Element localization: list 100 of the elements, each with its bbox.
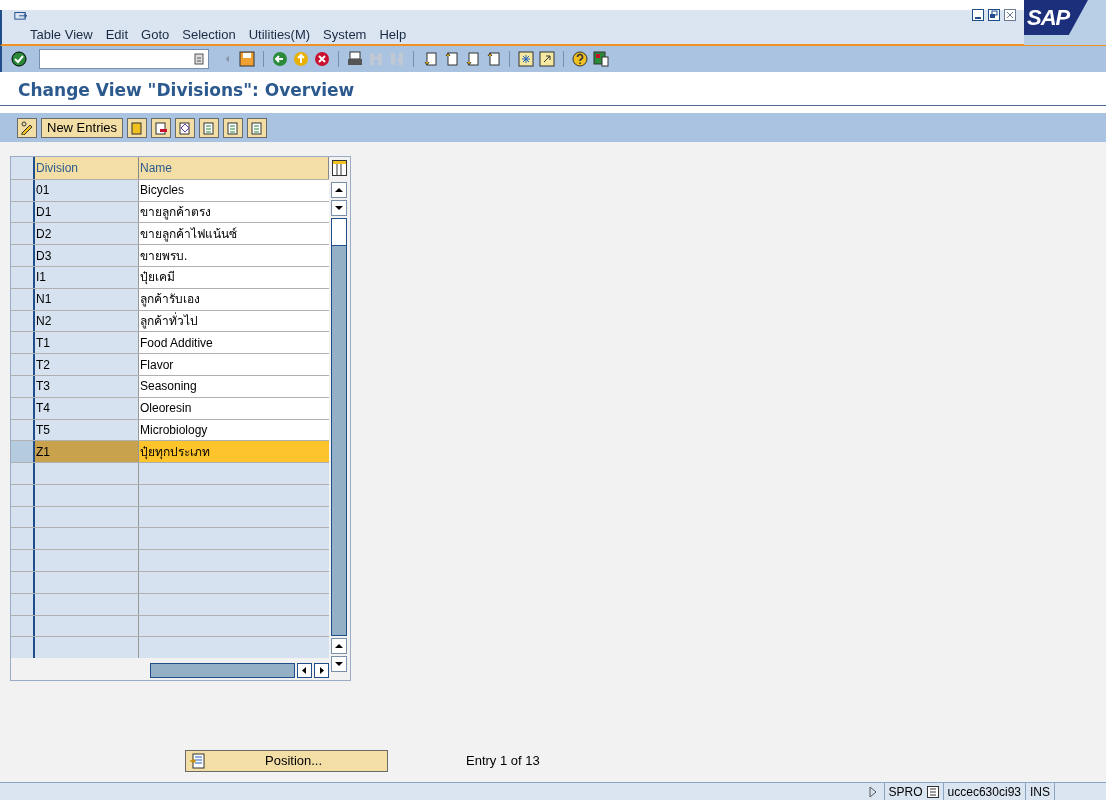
scroll-right-icon[interactable] bbox=[314, 663, 329, 679]
document-icon bbox=[202, 120, 217, 135]
print-icon[interactable] bbox=[346, 50, 364, 68]
minimize-icon[interactable] bbox=[972, 9, 984, 21]
row-selector[interactable] bbox=[11, 572, 35, 593]
transaction-code: SPRO bbox=[888, 783, 923, 800]
table-cell: Bicycles bbox=[139, 179, 329, 201]
table-row[interactable]: N1 ลูกค้ารับเอง bbox=[11, 287, 329, 310]
table-cell: ลูกค้าทั่วไป bbox=[139, 310, 329, 332]
row-selector[interactable] bbox=[11, 310, 35, 332]
select-all-cell[interactable] bbox=[11, 157, 35, 179]
menu-item[interactable]: Edit bbox=[105, 24, 129, 44]
row-selector[interactable] bbox=[11, 463, 35, 484]
check-icon[interactable] bbox=[10, 50, 28, 68]
menu-item[interactable]: Table View bbox=[30, 24, 93, 44]
row-selector[interactable] bbox=[11, 223, 35, 245]
row-selector[interactable] bbox=[11, 354, 35, 375]
horizontal-scrollbar[interactable] bbox=[150, 663, 295, 679]
new-window-icon[interactable] bbox=[517, 50, 535, 68]
scroll-left-icon[interactable] bbox=[297, 663, 312, 679]
scroll-down-icon[interactable] bbox=[331, 200, 347, 216]
table-row[interactable]: T2 Flavor bbox=[11, 353, 329, 375]
table-cell: T4 bbox=[35, 397, 139, 419]
table-row[interactable]: T3 Seasoning bbox=[11, 374, 329, 397]
row-selector[interactable] bbox=[11, 332, 35, 354]
server-name: uccec630ci93 bbox=[942, 783, 1025, 800]
position-button[interactable]: Position... bbox=[185, 750, 388, 772]
row-selector[interactable] bbox=[11, 419, 35, 441]
dropdown-icon[interactable] bbox=[194, 53, 204, 65]
table-cell: Z1 bbox=[35, 441, 139, 463]
menu-item[interactable]: Goto bbox=[141, 24, 170, 44]
table-cell: N1 bbox=[35, 288, 139, 310]
scroll-down-icon[interactable] bbox=[331, 656, 347, 672]
table-cell: Oleoresin bbox=[139, 397, 329, 419]
table-row[interactable]: T1 Food Additive bbox=[11, 331, 329, 354]
change-display-button[interactable] bbox=[17, 117, 37, 138]
position-icon bbox=[189, 753, 205, 769]
row-selector[interactable] bbox=[11, 245, 35, 266]
row-selector[interactable] bbox=[11, 375, 35, 397]
row-selector[interactable] bbox=[11, 484, 35, 506]
table-row[interactable]: D1 ขายลูกค้าตรง bbox=[11, 200, 329, 223]
insert-mode: INS bbox=[1025, 783, 1054, 800]
row-selector[interactable] bbox=[11, 397, 35, 419]
table-row[interactable]: I1 ปุ๋ยเคมี bbox=[11, 265, 329, 288]
table-cell: 01 bbox=[35, 179, 139, 201]
undo-button[interactable] bbox=[175, 117, 196, 138]
menu-item[interactable]: System bbox=[323, 24, 367, 44]
menu-item[interactable]: Selection bbox=[182, 24, 236, 44]
session-icon[interactable] bbox=[926, 785, 939, 798]
copy-button[interactable] bbox=[127, 117, 148, 138]
table-cell: T3 bbox=[35, 375, 139, 397]
close-icon[interactable] bbox=[1004, 9, 1016, 21]
window-menu-icon[interactable] bbox=[14, 12, 28, 22]
select-all-button[interactable] bbox=[199, 117, 220, 138]
column-header[interactable]: Division bbox=[35, 157, 139, 179]
row-selector[interactable] bbox=[11, 550, 35, 572]
row-selector[interactable] bbox=[11, 441, 35, 463]
table-row[interactable]: 01 Bicycles bbox=[11, 178, 329, 201]
shortcut-icon[interactable] bbox=[538, 50, 556, 68]
table-row[interactable]: T5 Microbiology bbox=[11, 418, 329, 441]
row-selector[interactable] bbox=[11, 179, 35, 201]
table-row[interactable]: Z1 ปุ๋ยทุกประเภท bbox=[11, 440, 329, 463]
table-cell: I1 bbox=[35, 266, 139, 288]
screen-title: Change View "Divisions": Overview bbox=[18, 78, 355, 102]
row-selector[interactable] bbox=[11, 637, 35, 659]
row-selector[interactable] bbox=[11, 506, 35, 528]
table-row[interactable]: N2 ลูกค้าทั่วไป bbox=[11, 309, 329, 332]
deselect-all-button[interactable] bbox=[247, 117, 268, 138]
layout-icon[interactable] bbox=[592, 50, 610, 68]
table-cell: ขายลูกค้าไฟแน้นซ์ bbox=[139, 223, 329, 245]
select-block-button[interactable] bbox=[223, 117, 244, 138]
row-selector[interactable] bbox=[11, 288, 35, 310]
menu-item[interactable]: Help bbox=[379, 24, 407, 44]
column-header[interactable]: Name bbox=[139, 157, 329, 179]
scroll-thumb[interactable] bbox=[332, 219, 346, 246]
table-row[interactable]: D2 ขายลูกค้าไฟแน้นซ์ bbox=[11, 222, 329, 245]
entry-counter: Entry 1 of 13 bbox=[466, 752, 540, 771]
table-row[interactable]: T4 Oleoresin bbox=[11, 396, 329, 419]
row-selector[interactable] bbox=[11, 201, 35, 223]
document-icon bbox=[250, 120, 265, 135]
back-icon[interactable] bbox=[271, 50, 289, 68]
help-icon[interactable] bbox=[571, 50, 589, 68]
row-selector[interactable] bbox=[11, 615, 35, 637]
table-cell: N2 bbox=[35, 310, 139, 332]
delete-button[interactable] bbox=[151, 117, 172, 138]
scroll-up-icon[interactable] bbox=[331, 182, 347, 198]
menu-item[interactable]: Utilities(M) bbox=[248, 24, 311, 44]
row-selector[interactable] bbox=[11, 266, 35, 288]
restore-icon[interactable] bbox=[988, 9, 1000, 21]
table-row[interactable]: D3 ขายพรบ. bbox=[11, 244, 329, 266]
column-settings-icon[interactable] bbox=[331, 159, 348, 177]
command-field[interactable] bbox=[39, 49, 209, 69]
row-selector[interactable] bbox=[11, 593, 35, 615]
save-icon[interactable] bbox=[238, 50, 256, 68]
scroll-up-icon[interactable] bbox=[331, 638, 347, 654]
cancel-icon[interactable] bbox=[313, 50, 331, 68]
row-selector[interactable] bbox=[11, 528, 35, 550]
vertical-scrollbar[interactable] bbox=[331, 218, 347, 636]
new-entries-button[interactable]: New Entries bbox=[41, 117, 124, 138]
expand-icon[interactable] bbox=[867, 785, 878, 798]
